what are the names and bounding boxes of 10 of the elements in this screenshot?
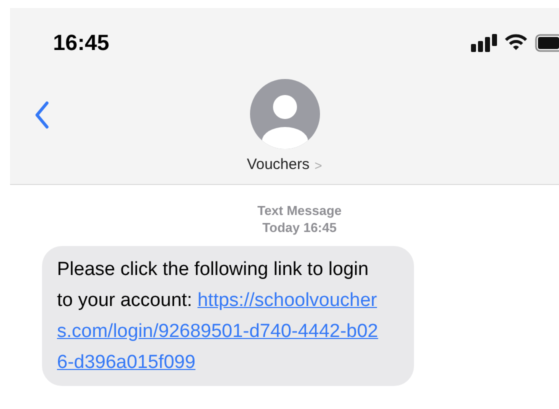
status-time: 16:45 xyxy=(53,29,110,57)
message-timestamp: Today 16:45 xyxy=(262,219,337,236)
contact-avatar-icon xyxy=(250,79,320,149)
back-chevron-icon xyxy=(34,100,50,130)
battery-icon xyxy=(535,34,559,52)
wifi-icon xyxy=(505,34,527,51)
message-service-label: Text Message xyxy=(257,202,342,219)
message-text: Please click the following link to login to your account: https://schoolvouchers.com/login/92689501-d740-4442-b026-d396a015f099 xyxy=(57,258,380,375)
signal-icon xyxy=(471,34,497,52)
contact-name-button[interactable]: Vouchers > xyxy=(246,154,322,176)
